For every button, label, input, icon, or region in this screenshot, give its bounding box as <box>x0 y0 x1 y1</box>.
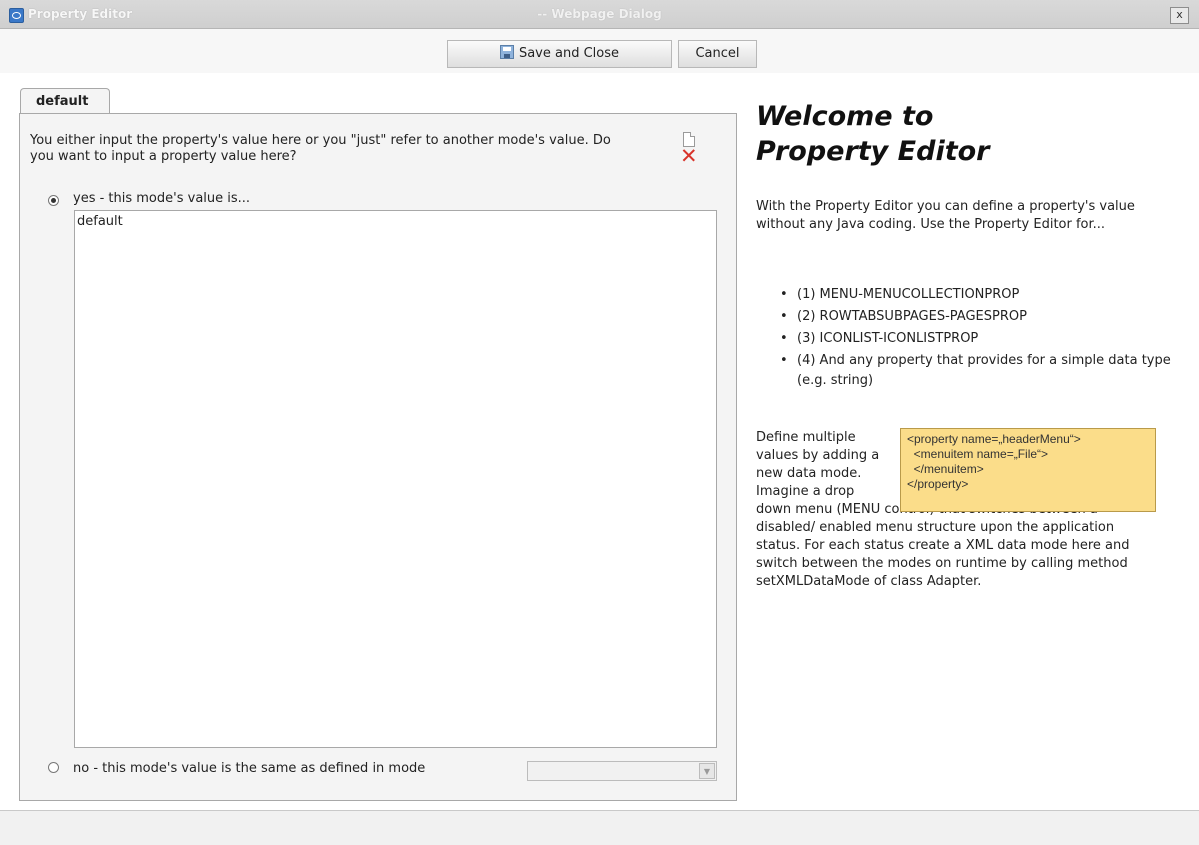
toolbar: Save and Close Cancel <box>0 29 1199 73</box>
welcome-title-line2: Property Editor <box>756 136 990 167</box>
xml-line: <menuitem name=„File“> <box>907 447 1049 461</box>
chevron-down-icon[interactable]: ▼ <box>699 763 715 779</box>
yes-radio[interactable] <box>48 195 59 206</box>
define-text-short: Define multiple values by adding a new d… <box>756 430 880 499</box>
tab-default[interactable]: default <box>20 88 110 114</box>
yes-label: yes - this mode's value is... <box>73 191 251 206</box>
use-list: (1) MENU-MENUCOLLECTIONPROP (2) ROWTABSU… <box>760 285 1180 393</box>
mode-question: You either input the property's value he… <box>30 133 611 164</box>
help-intro: With the Property Editor you can define … <box>756 199 1135 232</box>
window-titlebar: Property Editor -- Webpage Dialog x <box>0 0 1199 29</box>
xml-line: </property> <box>907 477 969 491</box>
list-item: (3) ICONLIST-ICONLISTPROP <box>780 329 1180 349</box>
list-item: (1) MENU-MENUCOLLECTIONPROP <box>780 285 1180 305</box>
xml-line: </menuitem> <box>907 462 984 476</box>
floppy-disk-icon <box>499 45 514 59</box>
property-value-textarea[interactable]: default <box>74 210 717 748</box>
mode-select[interactable]: ▼ <box>527 761 717 781</box>
save-and-close-label: Save and Close <box>518 46 620 61</box>
status-bar <box>0 810 1199 845</box>
welcome-heading: Welcome to Property Editor <box>756 99 1176 169</box>
no-label: no - this mode's value is the same as de… <box>73 761 426 776</box>
list-item: (4) And any property that provides for a… <box>780 351 1180 391</box>
welcome-title-line1: Welcome to <box>756 101 934 132</box>
save-and-close-button[interactable]: Save and Close <box>447 40 672 68</box>
mode-panel: You either input the property's value he… <box>19 113 737 801</box>
xml-example-box: <property name=„headerMenu“> <menuitem n… <box>900 428 1156 512</box>
xml-line: <property name=„headerMenu“> <box>907 432 1081 446</box>
define-text-long: down menu (MENU control) that switches b… <box>756 502 1130 589</box>
no-radio[interactable] <box>48 762 59 773</box>
dialog-title: -- Webpage Dialog <box>537 7 662 21</box>
list-item: (2) ROWTABSUBPAGES-PAGESPROP <box>780 307 1180 327</box>
cancel-button[interactable]: Cancel <box>678 40 757 68</box>
close-icon[interactable]: x <box>1170 7 1189 24</box>
delete-icon[interactable]: ✕ <box>680 146 698 167</box>
